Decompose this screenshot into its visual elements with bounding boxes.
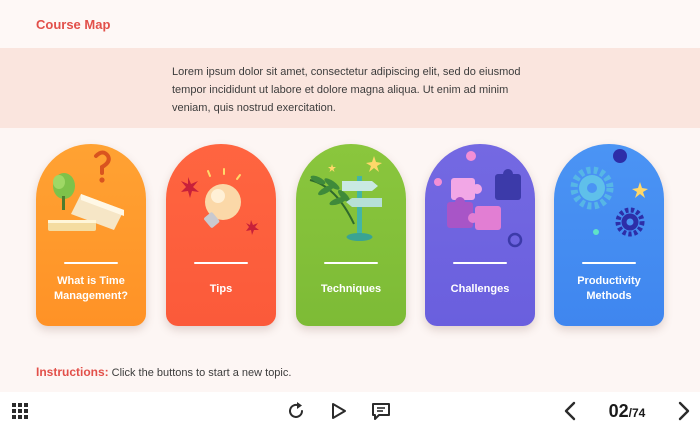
- topic-card-techniques[interactable]: Techniques: [296, 144, 406, 326]
- transcript-icon[interactable]: [370, 400, 392, 422]
- topic-label: What is Time Management?: [54, 275, 128, 302]
- chevron-right-icon[interactable]: [672, 400, 694, 422]
- books-question-icon: [48, 150, 124, 231]
- play-icon[interactable]: [327, 400, 349, 422]
- topic-label: Challenges: [450, 282, 510, 295]
- intro-band: Lorem ipsum dolor sit amet, consectetur …: [0, 48, 700, 128]
- topic-label: Techniques: [320, 282, 382, 295]
- replay-icon[interactable]: [285, 400, 307, 422]
- card-divider: [453, 262, 507, 264]
- topic-label: Productivity Methods: [577, 275, 641, 302]
- card-divider: [194, 262, 248, 264]
- slide: Course Map Lorem ipsum dolor sit amet, c…: [0, 0, 700, 392]
- card-divider: [324, 262, 378, 264]
- chevron-left-icon[interactable]: [560, 400, 582, 422]
- topic-card-challenges[interactable]: Challenges: [425, 144, 535, 326]
- gears-icon: [570, 149, 648, 237]
- page-counter: 02/74: [596, 401, 658, 422]
- instructions: Instructions: Click the buttons to start …: [36, 365, 291, 379]
- puzzle-icon: [434, 151, 523, 248]
- page-title: Course Map: [36, 17, 111, 32]
- signpost-icon: [309, 156, 382, 241]
- grid-menu-icon[interactable]: [9, 400, 31, 422]
- instructions-text: Click the buttons to start a new topic.: [111, 367, 292, 379]
- player-toolbar: 02/74: [0, 392, 700, 430]
- instructions-label: Instructions:: [36, 365, 109, 379]
- card-divider: [582, 262, 636, 264]
- page-total: 74: [632, 406, 646, 420]
- header-bar: Course Map: [0, 0, 700, 48]
- page-current: 02: [608, 401, 629, 421]
- lightbulb-icon: [181, 168, 259, 235]
- topic-card-tips[interactable]: Tips: [166, 144, 276, 326]
- topic-card-time-management[interactable]: What is Time Management?: [36, 144, 146, 326]
- card-divider: [64, 262, 118, 264]
- topic-label: Tips: [209, 282, 233, 295]
- intro-text: Lorem ipsum dolor sit amet, consectetur …: [172, 66, 521, 114]
- topic-card-productivity[interactable]: Productivity Methods: [554, 144, 664, 326]
